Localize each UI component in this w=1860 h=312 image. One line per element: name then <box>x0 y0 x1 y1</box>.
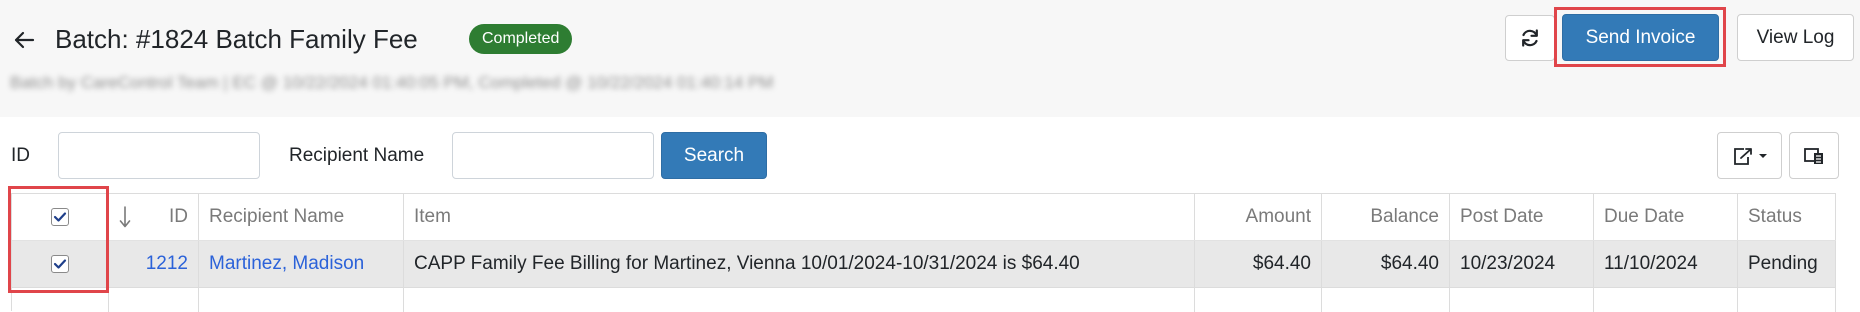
columns-button[interactable] <box>1789 132 1839 179</box>
row-item-cell: CAPP Family Fee Billing for Martinez, Vi… <box>404 241 1195 287</box>
column-header-recipient[interactable]: Recipient Name <box>199 194 404 240</box>
empty-cell <box>1738 288 1836 312</box>
row-recipient-cell: Martinez, Madison <box>199 241 404 287</box>
chevron-down-icon <box>1758 153 1767 158</box>
row-status-cell: Pending <box>1738 241 1836 287</box>
columns-icon <box>1804 147 1823 164</box>
empty-cell <box>1594 288 1738 312</box>
export-dropdown-button[interactable] <box>1717 132 1782 179</box>
arrow-left-icon <box>14 31 35 49</box>
status-badge: Completed <box>469 24 573 54</box>
page-title: Batch: #1824 Batch Family Fee <box>55 24 418 54</box>
refresh-icon <box>1522 29 1538 47</box>
send-invoice-highlight <box>1554 7 1726 67</box>
row-amount-cell: $64.40 <box>1195 241 1322 287</box>
empty-cell <box>1195 288 1322 312</box>
row-post-date-cell: 10/23/2024 <box>1450 241 1594 287</box>
column-header-balance[interactable]: Balance <box>1322 194 1450 240</box>
column-header-id[interactable]: ID <box>109 194 199 240</box>
column-header-status[interactable]: Status <box>1738 194 1836 240</box>
refresh-button[interactable] <box>1505 15 1555 61</box>
column-header-item[interactable]: Item <box>404 194 1195 240</box>
view-log-button[interactable]: View Log <box>1737 14 1854 61</box>
id-filter-label: ID <box>11 145 30 166</box>
row-due-date-cell: 11/10/2024 <box>1594 241 1738 287</box>
column-header-amount[interactable]: Amount <box>1195 194 1322 240</box>
export-icon <box>1733 147 1752 165</box>
column-header-post-date[interactable]: Post Date <box>1450 194 1594 240</box>
table-row[interactable]: 1212 Martinez, Madison CAPP Family Fee B… <box>12 241 1836 288</box>
table-empty-row <box>12 288 1836 312</box>
empty-cell <box>1450 288 1594 312</box>
row-id-link[interactable]: 1212 <box>146 253 188 275</box>
empty-cell <box>1322 288 1450 312</box>
id-filter-input[interactable] <box>58 132 260 179</box>
empty-cell <box>109 288 199 312</box>
recipient-filter-input[interactable] <box>452 132 654 179</box>
batch-subtitle: Batch by CareControl Team | EC @ 10/22/2… <box>10 73 774 92</box>
table-header-row: ID Recipient Name Item Amount Balance Po… <box>12 194 1836 241</box>
empty-cell <box>199 288 404 312</box>
checkbox-column-highlight <box>8 186 109 293</box>
sort-down-icon[interactable] <box>119 206 131 228</box>
row-id-cell: 1212 <box>109 241 199 287</box>
column-header-id-label: ID <box>169 206 188 227</box>
empty-cell <box>404 288 1195 312</box>
recipients-table: ID Recipient Name Item Amount Balance Po… <box>11 193 1836 312</box>
column-header-due-date[interactable]: Due Date <box>1594 194 1738 240</box>
search-button[interactable]: Search <box>661 132 767 179</box>
row-balance-cell: $64.40 <box>1322 241 1450 287</box>
recipient-filter-label: Recipient Name <box>289 145 425 166</box>
back-button[interactable] <box>10 26 38 54</box>
row-recipient-link[interactable]: Martinez, Madison <box>209 253 364 275</box>
page-header: Batch: #1824 Batch Family Fee Completed … <box>0 0 1860 117</box>
